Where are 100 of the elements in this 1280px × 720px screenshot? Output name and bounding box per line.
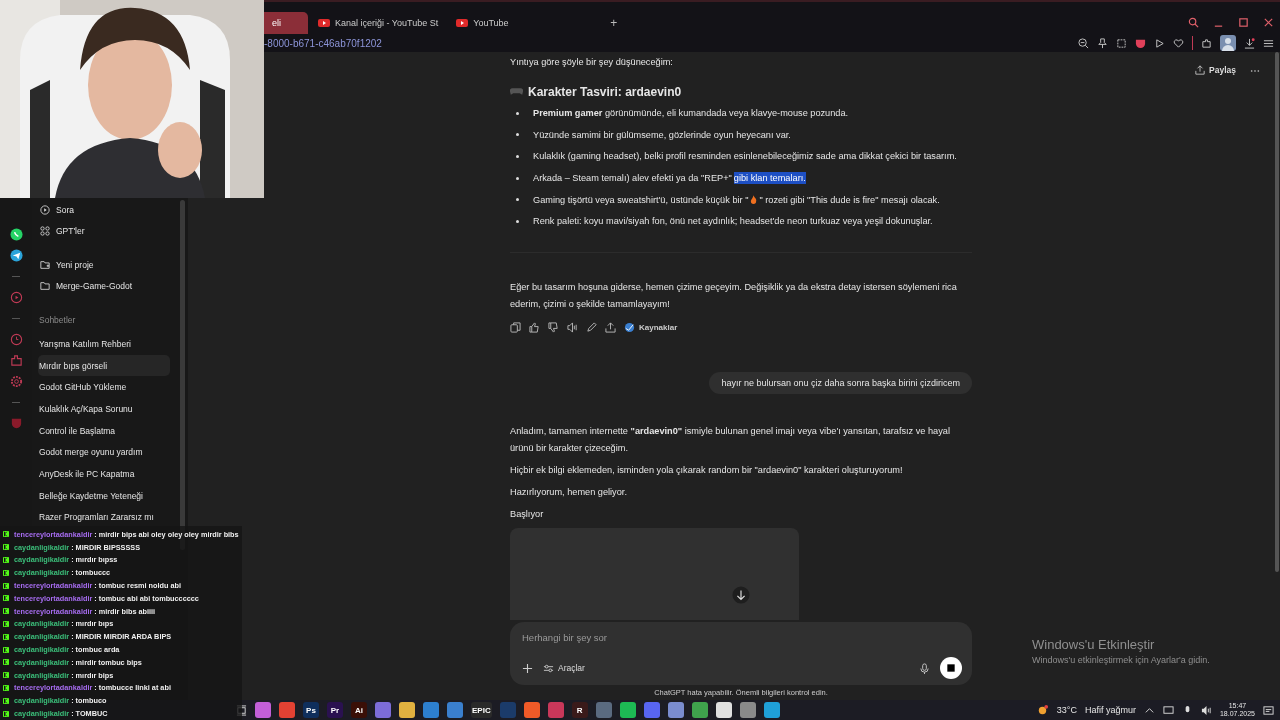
list-item: Gaming tişörtü veya sweatshirt'ü, üstünde küçük bir " (533, 194, 749, 205)
chat-item[interactable]: Control ile Başlatma (38, 419, 170, 442)
sidebar-item[interactable]: Merge-Game-Godot (38, 276, 180, 295)
activation-title: Windows'u Etkinleştir (1032, 637, 1156, 652)
app-icon[interactable] (691, 702, 708, 718)
badge-icon (3, 569, 9, 576)
download-icon[interactable] (1244, 37, 1255, 49)
settings-icon[interactable] (9, 375, 23, 388)
paragraph: Başlıyor (510, 508, 545, 522)
sliders-icon (543, 662, 554, 674)
notification-icon[interactable] (1263, 704, 1274, 716)
plus-icon[interactable] (522, 662, 533, 674)
address-field[interactable]: -8000-b671-c46ab70f1202 (264, 37, 382, 49)
clock-icon[interactable] (9, 333, 23, 346)
microphone-icon[interactable] (919, 662, 930, 674)
heart-icon[interactable] (1173, 37, 1184, 49)
search-icon[interactable] (1188, 17, 1199, 28)
copy-icon[interactable] (510, 322, 521, 334)
paragraph: Anladım, tamamen internette "ardaevin0" ismiyle bulunan genel imajı veya vibe'ı yansıtan, tarafsız ve hayal ürünü bir karakter çizeceğim. (510, 425, 951, 456)
app-icon[interactable]: R (571, 702, 588, 718)
input-field[interactable]: Herhangi bir şey sor (522, 632, 962, 644)
chat-item[interactable]: Godot merge oyunu yardım (38, 441, 170, 464)
share-button[interactable]: Paylaş (1195, 65, 1236, 75)
app-icon[interactable] (715, 702, 732, 718)
list-item: " rozeti gibi "This dude is fire" mesajı olacak. (759, 194, 940, 205)
app-icon[interactable]: Pr (327, 702, 343, 718)
close-icon[interactable] (1263, 17, 1274, 28)
chat-item[interactable]: Godot GitHub Yükleme (38, 376, 170, 399)
avatar-icon[interactable] (1220, 35, 1236, 51)
share-icon[interactable] (605, 322, 616, 334)
pin-icon[interactable] (1097, 37, 1108, 49)
message-composer[interactable]: Herhangi bir şey sor Araçlar (510, 622, 972, 686)
list-item: Yüzünde samimi bir gülümseme, gözlerinde oyun heyecanı var. (533, 129, 791, 140)
zoom-out-icon[interactable] (1078, 37, 1089, 49)
folder-icon (40, 280, 50, 291)
paragraph: Eğer bu tasarım hoşuna giderse, hemen çizime geçeyim. Değişiklik ya da ekstra detay istersen söylemeni rica ederim, çizimi o şekilde tamamlayayım! (510, 281, 958, 311)
chat-item[interactable]: Razer Programları Zararsız mı (38, 506, 170, 529)
more-icon[interactable] (1250, 69, 1260, 73)
app-icon[interactable]: Ai (351, 702, 367, 718)
sidebar-item[interactable]: GPT'ler (38, 221, 180, 240)
grid-icon (40, 225, 50, 236)
speaker-icon[interactable] (567, 322, 578, 334)
gamepad-icon (510, 87, 523, 96)
badge-icon (3, 684, 9, 691)
tools-button[interactable]: Araçlar (543, 662, 585, 674)
browser-tab[interactable]: eli (264, 12, 308, 34)
chat-item[interactable]: Belleğe Kaydetme Yeteneği (38, 484, 170, 507)
monitor-icon[interactable] (1162, 704, 1174, 716)
badge-icon (3, 557, 9, 563)
browser-tab[interactable]: Kanal içeriği - YouTube St (310, 12, 447, 34)
list-item: Kulaklık (gaming headset), belki profil resminden esinlenebileceğimiz sade ama dikkat çekici bir tasarım. (533, 151, 957, 162)
paragraph: Hazırlıyorum, hemen geliyor. (510, 486, 628, 500)
activation-text: Windows'u etkinleştirmek için Ayarlar'a gidin. (1032, 655, 1210, 665)
crop-icon[interactable] (1116, 37, 1127, 49)
app-icon[interactable] (763, 702, 780, 718)
play-icon (456, 19, 469, 27)
thumbs-up-icon[interactable] (529, 322, 540, 334)
speaker-icon[interactable] (1200, 704, 1212, 716)
menu-icon[interactable] (1263, 37, 1274, 49)
paragraph: Hiçbir ek bilgi eklemeden, isminden yola çıkarak random bir "ardaevin0" karakteri oluşturuyorum! (510, 464, 904, 478)
chat-item[interactable]: Kulaklık Aç/Kapa Sorunu (38, 398, 170, 420)
play-icon[interactable] (1154, 37, 1165, 49)
app-icon[interactable] (619, 702, 636, 718)
chat-item[interactable]: Mırdır bıps görseli (38, 354, 170, 377)
app-icon[interactable]: EPIC (471, 702, 492, 718)
app-icon[interactable] (667, 702, 684, 718)
section-heading: Karakter Tasviri: ardaevin0 (528, 84, 682, 99)
app-icon[interactable]: Ps (303, 702, 319, 718)
temperature: 33°C (1056, 705, 1077, 715)
play-icon (318, 19, 330, 27)
arrow-down-icon[interactable] (732, 586, 750, 605)
badge-icon (3, 620, 9, 627)
play-circle-icon (40, 204, 50, 215)
stop-button[interactable] (940, 657, 962, 680)
sidebar-item[interactable]: Yeni proje (38, 255, 180, 274)
sources-button[interactable]: Kaynaklar (624, 322, 678, 334)
badge-icon (3, 544, 9, 551)
flame-icon (750, 195, 758, 205)
badge-icon (3, 697, 9, 704)
weather-text: Hafif yağmur (1084, 705, 1136, 715)
shield-icon[interactable] (1135, 37, 1146, 49)
phone-chat-icon[interactable] (9, 228, 23, 241)
list-item: Renk paleti: koyu mavi/siyah fon, önü net aydınlık; headset'de neon turkuaz veya yeşil dokunuşlar. (533, 216, 933, 227)
share-icon (1195, 65, 1206, 75)
edit-icon[interactable] (586, 322, 597, 334)
sidebar-item[interactable]: Sora (38, 200, 180, 219)
puzzle-icon[interactable] (9, 354, 23, 367)
paper-plane-icon[interactable] (9, 249, 23, 262)
section-heading: Sohbetler (39, 314, 77, 327)
thumbs-down-icon[interactable] (548, 322, 559, 334)
scrollbar[interactable] (1275, 52, 1279, 572)
chat-item[interactable]: AnyDesk ile PC Kapatma (38, 463, 170, 485)
badge-icon (3, 633, 9, 640)
list-item: Arkada – Steam temalı) alev efekti ya da "REP+" (533, 173, 732, 184)
new-tab-button[interactable]: + (610, 16, 618, 30)
browser-tab[interactable]: YouTube (448, 12, 569, 34)
badge-icon (3, 710, 9, 717)
chat-item[interactable]: Yarışma Katılım Rehberi (38, 333, 170, 355)
play-circle-icon[interactable] (9, 291, 23, 304)
maximize-icon[interactable] (1238, 17, 1249, 28)
